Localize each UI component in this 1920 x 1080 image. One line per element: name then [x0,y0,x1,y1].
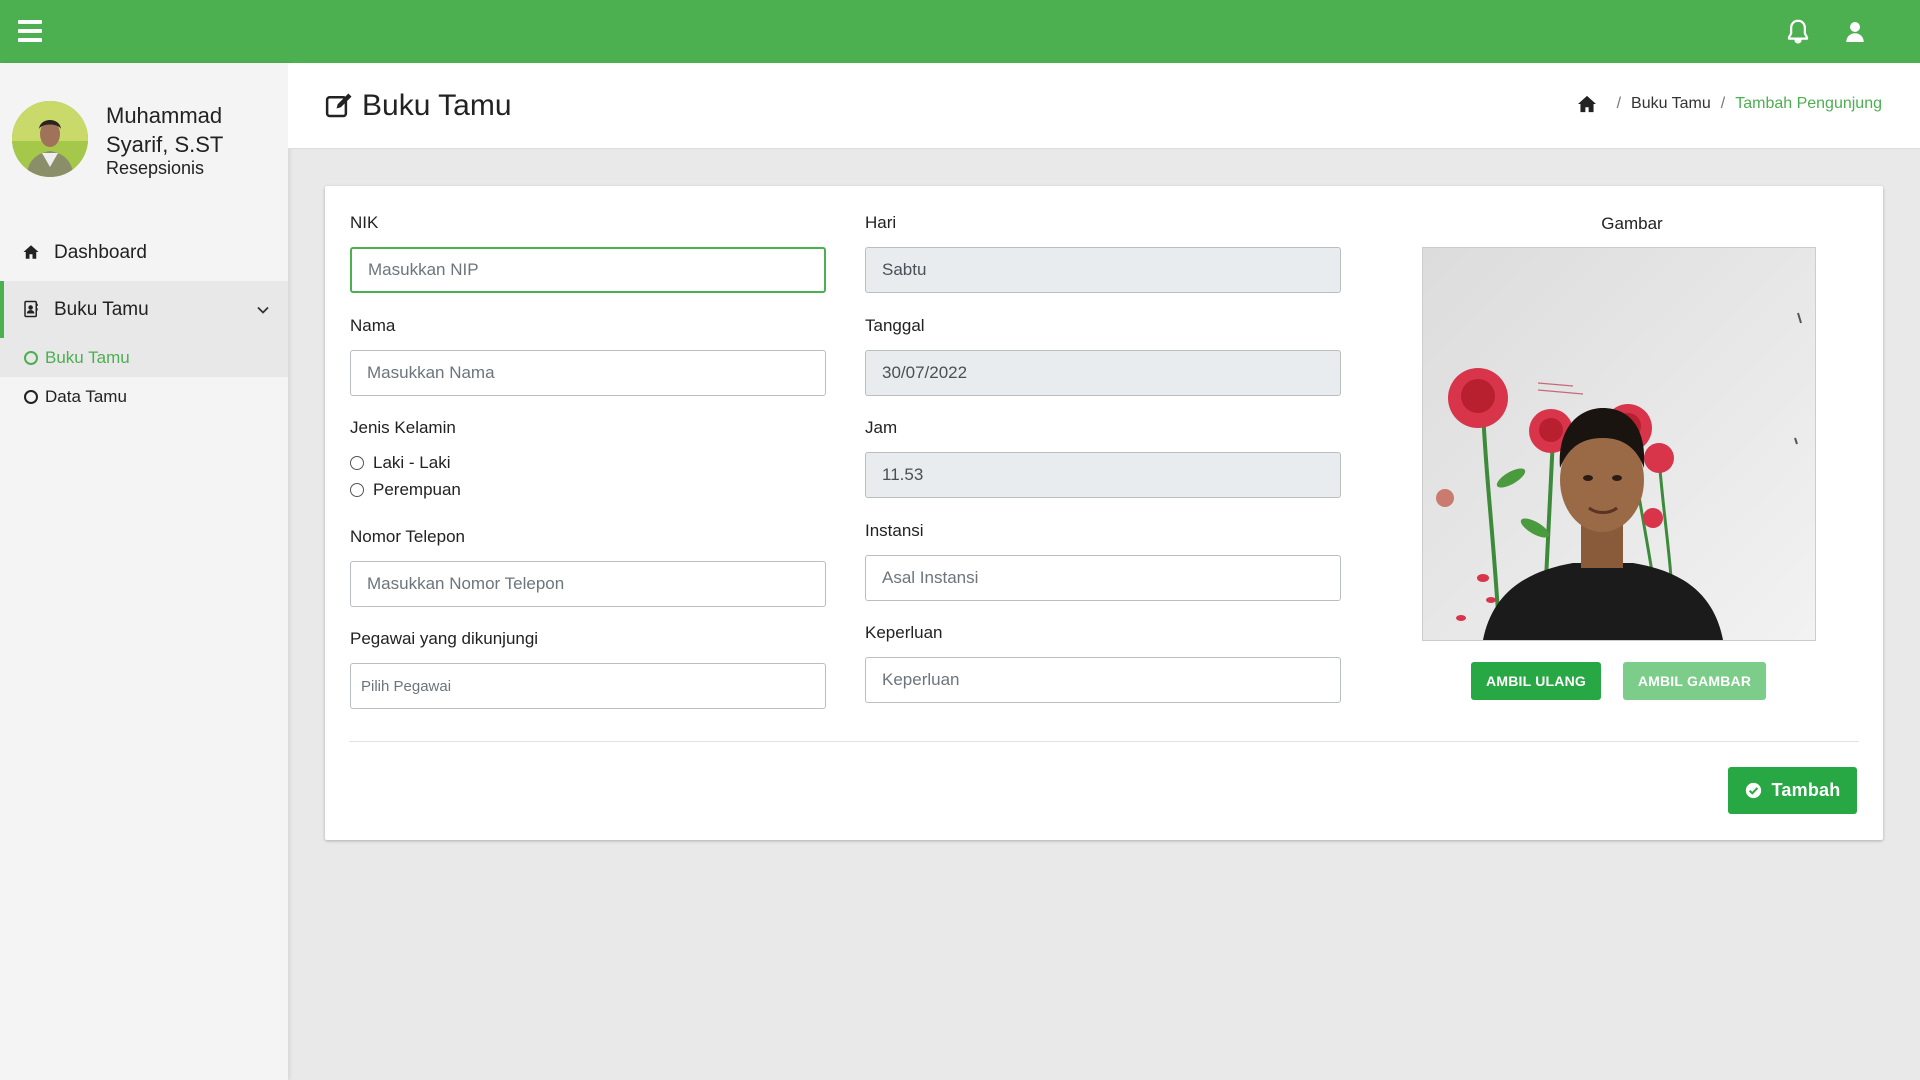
sidebar-subitem-data-tamu[interactable]: Data Tamu [0,377,288,416]
page-title: Buku Tamu [324,89,512,123]
retake-photo-button[interactable]: AMBIL ULANG [1471,662,1601,700]
radio-button[interactable] [350,456,364,470]
address-book-icon [22,300,42,320]
submit-button[interactable]: Tambah [1728,767,1857,814]
breadcrumb-separator: / [1616,95,1622,112]
breadcrumb: / Buku Tamu / Tambah Pengunjung [1577,95,1882,113]
sidebar-item-buku-tamu[interactable]: Buku Tamu [0,281,288,338]
sidebar-subitem-buku-tamu[interactable]: Buku Tamu [0,338,288,377]
tanggal-field [865,350,1341,396]
bell-icon[interactable] [1783,17,1813,47]
nik-label: NIK [350,213,379,232]
sidebar-subitem-label: Data Tamu [45,386,127,406]
submit-button-label: Tambah [1771,780,1841,800]
radio-label: Laki - Laki [373,453,451,472]
telepon-label: Nomor Telepon [350,527,465,546]
pegawai-label: Pegawai yang dikunjungi [350,629,539,648]
breadcrumb-separator: / [1720,95,1726,112]
page-title-text: Buku Tamu [362,89,512,122]
hamburger-icon[interactable] [18,20,42,42]
nama-input[interactable] [350,350,826,396]
pegawai-select[interactable] [350,663,826,709]
sidebar-item-label: Buku Tamu [54,298,149,320]
circle-icon [24,389,38,404]
nama-label: Nama [350,316,396,335]
submenu-buku-tamu: Buku Tamu Data Tamu [0,338,288,416]
jam-label: Jam [865,418,898,437]
radio-laki-laki[interactable]: Laki - Laki [350,453,450,473]
sidebar: Muhammad Syarif, S.ST Resepsionis Dashbo… [0,63,288,1080]
instansi-input[interactable] [865,555,1341,601]
hari-label: Hari [865,213,897,232]
keperluan-label: Keperluan [865,623,943,642]
user-panel: Muhammad Syarif, S.ST Resepsionis [12,101,282,191]
nik-input[interactable] [350,247,826,293]
keperluan-input[interactable] [865,657,1341,703]
radio-label: Perempuan [373,480,461,499]
user-name: Muhammad Syarif, S.ST [106,103,224,157]
form-divider [349,741,1859,742]
top-navbar [0,0,1920,63]
user-icon[interactable] [1840,17,1870,47]
chevron-down-icon [256,301,270,315]
camera-preview [1422,247,1816,641]
capture-photo-button[interactable]: AMBIL GAMBAR [1623,662,1766,700]
breadcrumb-current: Tambah Pengunjung [1735,95,1882,112]
sidebar-item-label: Dashboard [54,241,147,263]
breadcrumb-link-buku-tamu[interactable]: Buku Tamu [1631,95,1711,113]
edit-icon [325,93,352,118]
gambar-label: Gambar [1601,214,1663,233]
jam-field [865,452,1341,498]
guest-form-card: NIK Nama Jenis Kelamin Laki - Laki Perem… [325,186,1883,840]
content-header: Buku Tamu / Buku Tamu / Tambah Pengunjun… [288,63,1920,149]
home-icon [22,243,42,263]
circle-icon [24,350,38,365]
telepon-input[interactable] [350,561,826,607]
radio-perempuan[interactable]: Perempuan [350,480,461,500]
avatar [12,101,88,177]
home-icon[interactable] [1577,95,1597,113]
hari-field [865,247,1341,293]
radio-button[interactable] [350,483,364,497]
tanggal-label: Tanggal [865,316,925,335]
jenis-kelamin-label: Jenis Kelamin [350,418,456,437]
check-circle-icon [1745,782,1761,799]
sidebar-subitem-label: Buku Tamu [45,347,130,367]
user-role: Resepsionis [106,158,205,178]
instansi-label: Instansi [865,521,924,540]
sidebar-item-dashboard[interactable]: Dashboard [0,224,288,281]
sidebar-menu: Dashboard Buku Tamu Buku Tamu Data Tamu [0,224,288,416]
